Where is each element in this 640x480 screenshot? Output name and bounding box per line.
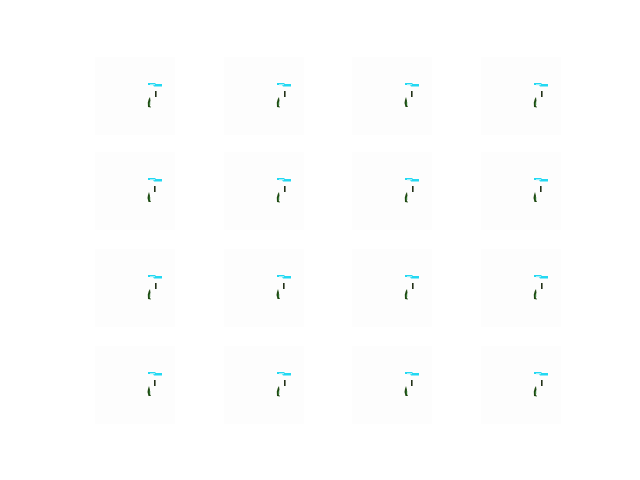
image-tile — [481, 152, 561, 230]
cyan-highlight — [150, 84, 155, 86]
green-shape-highlight — [406, 294, 408, 297]
small-dark-tick — [284, 380, 286, 386]
image-tile — [352, 57, 432, 135]
image-tile — [224, 152, 304, 230]
green-shape-highlight — [149, 391, 151, 394]
tile-background — [224, 249, 304, 327]
image-tile — [481, 346, 561, 424]
image-tile — [224, 249, 304, 327]
cyan-highlight — [150, 179, 155, 181]
green-shape-highlight — [535, 391, 537, 394]
tile-background — [95, 249, 175, 327]
tile-background — [352, 57, 432, 135]
image-tile — [95, 152, 175, 230]
small-dark-tick — [283, 283, 285, 289]
image-tile — [352, 346, 432, 424]
small-dark-tick — [412, 283, 414, 289]
image-tile — [352, 152, 432, 230]
small-dark-tick — [284, 186, 286, 192]
small-dark-tick — [154, 380, 156, 386]
image-tile — [95, 346, 175, 424]
image-tile — [481, 249, 561, 327]
green-shape-highlight — [535, 197, 537, 200]
tile-background — [95, 152, 175, 230]
small-dark-tick — [541, 91, 543, 97]
cyan-highlight — [536, 179, 541, 181]
tile-background — [481, 57, 561, 135]
green-shape-highlight — [278, 294, 280, 297]
tile-background — [224, 57, 304, 135]
small-dark-tick — [284, 91, 286, 97]
tile-background — [352, 152, 432, 230]
cyan-highlight — [407, 84, 412, 86]
image-tile — [481, 57, 561, 135]
cyan-highlight — [279, 373, 284, 375]
image-tile — [95, 57, 175, 135]
cyan-highlight — [150, 276, 155, 278]
tile-background — [481, 249, 561, 327]
small-dark-tick — [411, 91, 413, 97]
image-tile — [352, 249, 432, 327]
green-shape-highlight — [149, 197, 151, 200]
image-tile — [224, 346, 304, 424]
cyan-highlight — [407, 373, 412, 375]
green-shape-highlight — [278, 197, 280, 200]
cyan-highlight — [279, 179, 284, 181]
small-dark-tick — [155, 91, 157, 97]
tile-background — [481, 152, 561, 230]
green-shape-highlight — [278, 391, 280, 394]
small-dark-tick — [411, 380, 413, 386]
tile-background — [352, 346, 432, 424]
green-shape-highlight — [406, 102, 408, 105]
image-tile — [224, 57, 304, 135]
small-dark-tick — [541, 380, 543, 386]
tile-background — [224, 346, 304, 424]
green-shape-highlight — [406, 197, 408, 200]
green-shape-highlight — [278, 102, 280, 105]
green-shape-highlight — [149, 102, 151, 105]
cyan-highlight — [279, 84, 284, 86]
small-dark-tick — [154, 186, 156, 192]
small-dark-tick — [541, 283, 543, 289]
image-grid-figure — [0, 0, 640, 480]
cyan-highlight — [536, 373, 541, 375]
cyan-highlight — [536, 84, 541, 86]
cyan-highlight — [279, 276, 284, 278]
green-shape-highlight — [149, 294, 151, 297]
tile-background — [481, 346, 561, 424]
green-shape-highlight — [535, 294, 537, 297]
tile-background — [95, 346, 175, 424]
green-shape-highlight — [406, 391, 408, 394]
cyan-highlight — [407, 179, 412, 181]
tile-background — [224, 152, 304, 230]
small-dark-tick — [155, 283, 157, 289]
green-shape-highlight — [535, 102, 537, 105]
small-dark-tick — [412, 186, 414, 192]
tile-background — [95, 57, 175, 135]
cyan-highlight — [407, 276, 412, 278]
image-tile — [95, 249, 175, 327]
small-dark-tick — [540, 186, 542, 192]
cyan-highlight — [150, 373, 155, 375]
tile-background — [352, 249, 432, 327]
cyan-highlight — [536, 276, 541, 278]
